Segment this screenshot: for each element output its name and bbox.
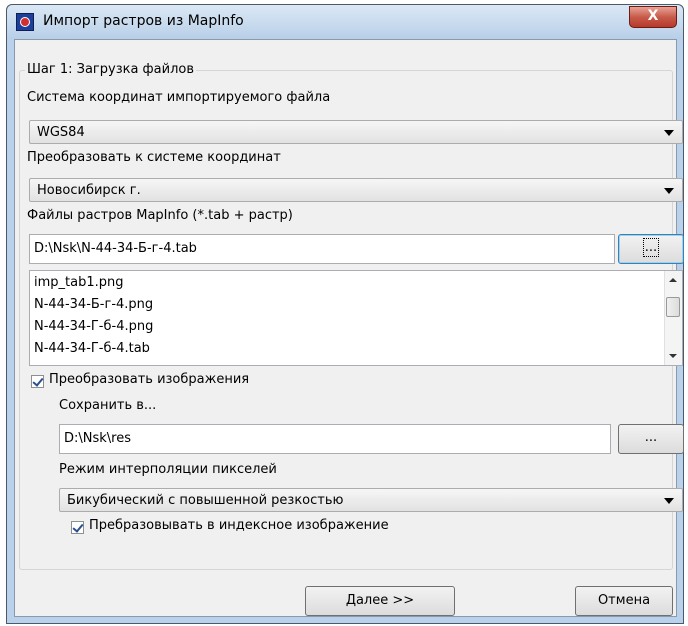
files-listbox[interactable]: imp_tab1.png N-44-34-Б-г-4.png N-44-34-Г…: [29, 270, 683, 366]
list-item[interactable]: imp_tab1.png: [34, 275, 124, 290]
target-cs-value: Новосибирск г.: [37, 183, 141, 198]
list-item[interactable]: N-44-34-Г-б-4.tab: [34, 341, 150, 356]
chevron-down-icon: [664, 498, 674, 504]
interpolation-value: Бикубический с повышенной резкостью: [67, 493, 344, 508]
group-title: Шаг 1: Загрузка файлов: [25, 62, 197, 77]
save-to-label: Сохранить в...: [59, 398, 157, 413]
list-scrollbar[interactable]: [664, 271, 682, 365]
chevron-down-icon: [664, 188, 674, 194]
interpolation-dropdown[interactable]: Бикубический с повышенной резкостью: [59, 488, 683, 512]
scroll-up-icon[interactable]: [669, 278, 677, 282]
target-cs-label: Преобразовать к системе координат: [27, 150, 281, 165]
target-cs-dropdown[interactable]: Новосибирск г.: [29, 178, 683, 202]
files-label: Файлы растров MapInfo (*.tab + растр): [27, 208, 293, 223]
window-title: Импорт растров из MapInfo: [43, 13, 244, 29]
close-button[interactable]: X: [629, 6, 677, 28]
app-icon: [16, 13, 34, 31]
chevron-down-icon: [664, 130, 674, 136]
save-path-value: D:\Nsk\res: [64, 431, 132, 446]
indexed-image-checkbox[interactable]: [71, 521, 84, 534]
dialog-client-area: Шаг 1: Загрузка файлов Система координат…: [14, 39, 684, 617]
file-path-input[interactable]: D:\Nsk\N-44-34-Б-г-4.tab: [29, 234, 615, 264]
source-cs-value: WGS84: [37, 125, 85, 140]
interpolation-label: Режим интерполяции пикселей: [59, 462, 277, 477]
source-cs-dropdown[interactable]: WGS84: [29, 120, 683, 144]
indexed-image-label[interactable]: Пребразовывать в индексное изображение: [89, 518, 389, 533]
browse-files-button[interactable]: ...: [618, 234, 684, 264]
browse-save-button[interactable]: ...: [618, 424, 684, 454]
next-button[interactable]: Далее >>: [305, 586, 455, 616]
browse-save-label: ...: [644, 430, 658, 445]
convert-images-checkbox[interactable]: [31, 375, 44, 388]
close-icon: X: [647, 8, 659, 24]
browse-files-label: ...: [642, 238, 660, 257]
cancel-button[interactable]: Отмена: [575, 586, 673, 616]
save-path-input[interactable]: D:\Nsk\res: [59, 424, 611, 454]
scroll-thumb[interactable]: [666, 297, 680, 317]
list-item[interactable]: N-44-34-Б-г-4.png: [34, 297, 153, 312]
source-cs-label: Система координат импортируемого файла: [27, 90, 331, 105]
list-item[interactable]: N-44-34-Г-б-4.png: [34, 319, 153, 334]
scroll-down-icon[interactable]: [669, 354, 677, 358]
convert-images-label[interactable]: Преобразовать изображения: [49, 372, 249, 387]
import-dialog-window: Импорт растров из MapInfo X Шаг 1: Загру…: [6, 4, 684, 624]
file-path-value: D:\Nsk\N-44-34-Б-г-4.tab: [34, 241, 197, 256]
title-bar[interactable]: Импорт растров из MapInfo X: [7, 5, 683, 39]
